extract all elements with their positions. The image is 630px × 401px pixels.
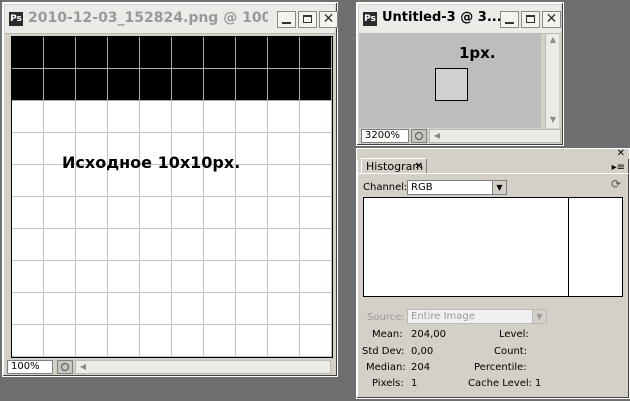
maximize-button[interactable] (521, 11, 540, 28)
image-canvas[interactable]: Исходное 10x10px. (11, 36, 333, 358)
divider (357, 173, 629, 174)
canvas-label: Исходное 10x10px. (62, 153, 241, 172)
stat-pixels-value: 1 (411, 378, 418, 389)
channel-value: RGB (411, 182, 433, 193)
maximize-icon (526, 15, 535, 23)
channel-select[interactable]: RGB ▼ (407, 180, 507, 195)
horizontal-scrollbar[interactable]: ◀ (75, 360, 331, 374)
chevron-down-icon: ▼ (532, 310, 546, 323)
vertical-scrollbar[interactable]: ▲ ▼ (545, 34, 559, 128)
status-menu-button[interactable] (57, 360, 73, 374)
close-button[interactable]: ✕ (542, 11, 561, 28)
zoom-field[interactable]: 100% (7, 360, 53, 374)
document-window-untitled: Ps Untitled-3 @ 3... ✕ 1px. ▲ ▼ 3200% ◀ (356, 2, 564, 146)
scroll-left-icon[interactable]: ◀ (76, 361, 90, 373)
panel-close-icon[interactable]: ✕ (617, 148, 625, 159)
source-label: Source: (367, 312, 405, 323)
canvas-label: 1px. (459, 44, 496, 62)
panel-menu-icon[interactable]: ▸≡ (612, 162, 625, 173)
status-bar: 3200% ◀ (359, 128, 561, 144)
close-icon: ✕ (322, 11, 335, 27)
stat-cache-level-value: 1 (535, 378, 542, 389)
status-bar: 100% ◀ (5, 359, 335, 375)
stat-median-label: Median: (366, 362, 406, 373)
pixel-grid (12, 37, 332, 357)
channel-label: Channel: (363, 182, 408, 193)
stat-count-label: Count: (494, 346, 528, 357)
minimize-button[interactable] (500, 11, 519, 28)
tab-histogram[interactable]: Histogram ✕ (361, 158, 427, 174)
photoshop-doc-icon: Ps (9, 12, 23, 26)
minimize-icon (505, 22, 514, 24)
single-pixel (435, 68, 468, 101)
title-bar[interactable]: Ps Untitled-3 @ 3... ✕ (359, 5, 561, 34)
photoshop-doc-icon: Ps (363, 12, 377, 26)
status-menu-button[interactable] (411, 129, 427, 143)
histogram-panel: ✕ Histogram ✕ ▸≡ Channel: RGB ▼ ⟳ Source… (356, 148, 630, 399)
scroll-down-icon[interactable]: ▼ (546, 114, 560, 126)
image-canvas[interactable]: 1px. (359, 34, 541, 128)
title-bar[interactable]: Ps 2010-12-03_152824.png @ 100% (R... ✕ (5, 5, 338, 34)
scroll-left-icon[interactable]: ◀ (430, 130, 444, 142)
tab-close-icon[interactable]: ✕ (415, 159, 423, 174)
stat-level-label: Level: (499, 329, 529, 340)
scroll-up-icon[interactable]: ▲ (546, 34, 560, 46)
close-icon: ✕ (545, 11, 558, 27)
source-value: Entire Image (411, 311, 475, 322)
horizontal-scrollbar[interactable]: ◀ (429, 129, 561, 143)
maximize-icon (303, 15, 312, 23)
stat-stddev-label: Std Dev: (362, 346, 405, 357)
minimize-button[interactable] (277, 11, 296, 28)
refresh-icon[interactable]: ⟳ (611, 177, 621, 191)
close-button[interactable]: ✕ (319, 11, 338, 28)
source-select[interactable]: Entire Image ▼ (407, 309, 547, 324)
stat-mean-value: 204,00 (411, 329, 446, 340)
chevron-down-icon: ▼ (492, 181, 506, 194)
histogram-graph (363, 197, 623, 297)
stat-stddev-value: 0,00 (411, 346, 434, 357)
stat-cache-level-label: Cache Level: (468, 378, 533, 389)
stat-median-value: 204 (411, 362, 431, 373)
maximize-button[interactable] (298, 11, 317, 28)
stat-mean-label: Mean: (372, 329, 403, 340)
window-title: Untitled-3 @ 3... (382, 10, 502, 25)
window-title: 2010-12-03_152824.png @ 100% (R... (28, 10, 268, 26)
histogram-bar (568, 198, 569, 296)
stat-pixels-label: Pixels: (372, 378, 404, 389)
stat-percentile-label: Percentile: (474, 362, 527, 373)
zoom-field[interactable]: 3200% (361, 129, 409, 143)
minimize-icon (282, 22, 291, 24)
document-window-source: Ps 2010-12-03_152824.png @ 100% (R... ✕ … (2, 2, 338, 377)
